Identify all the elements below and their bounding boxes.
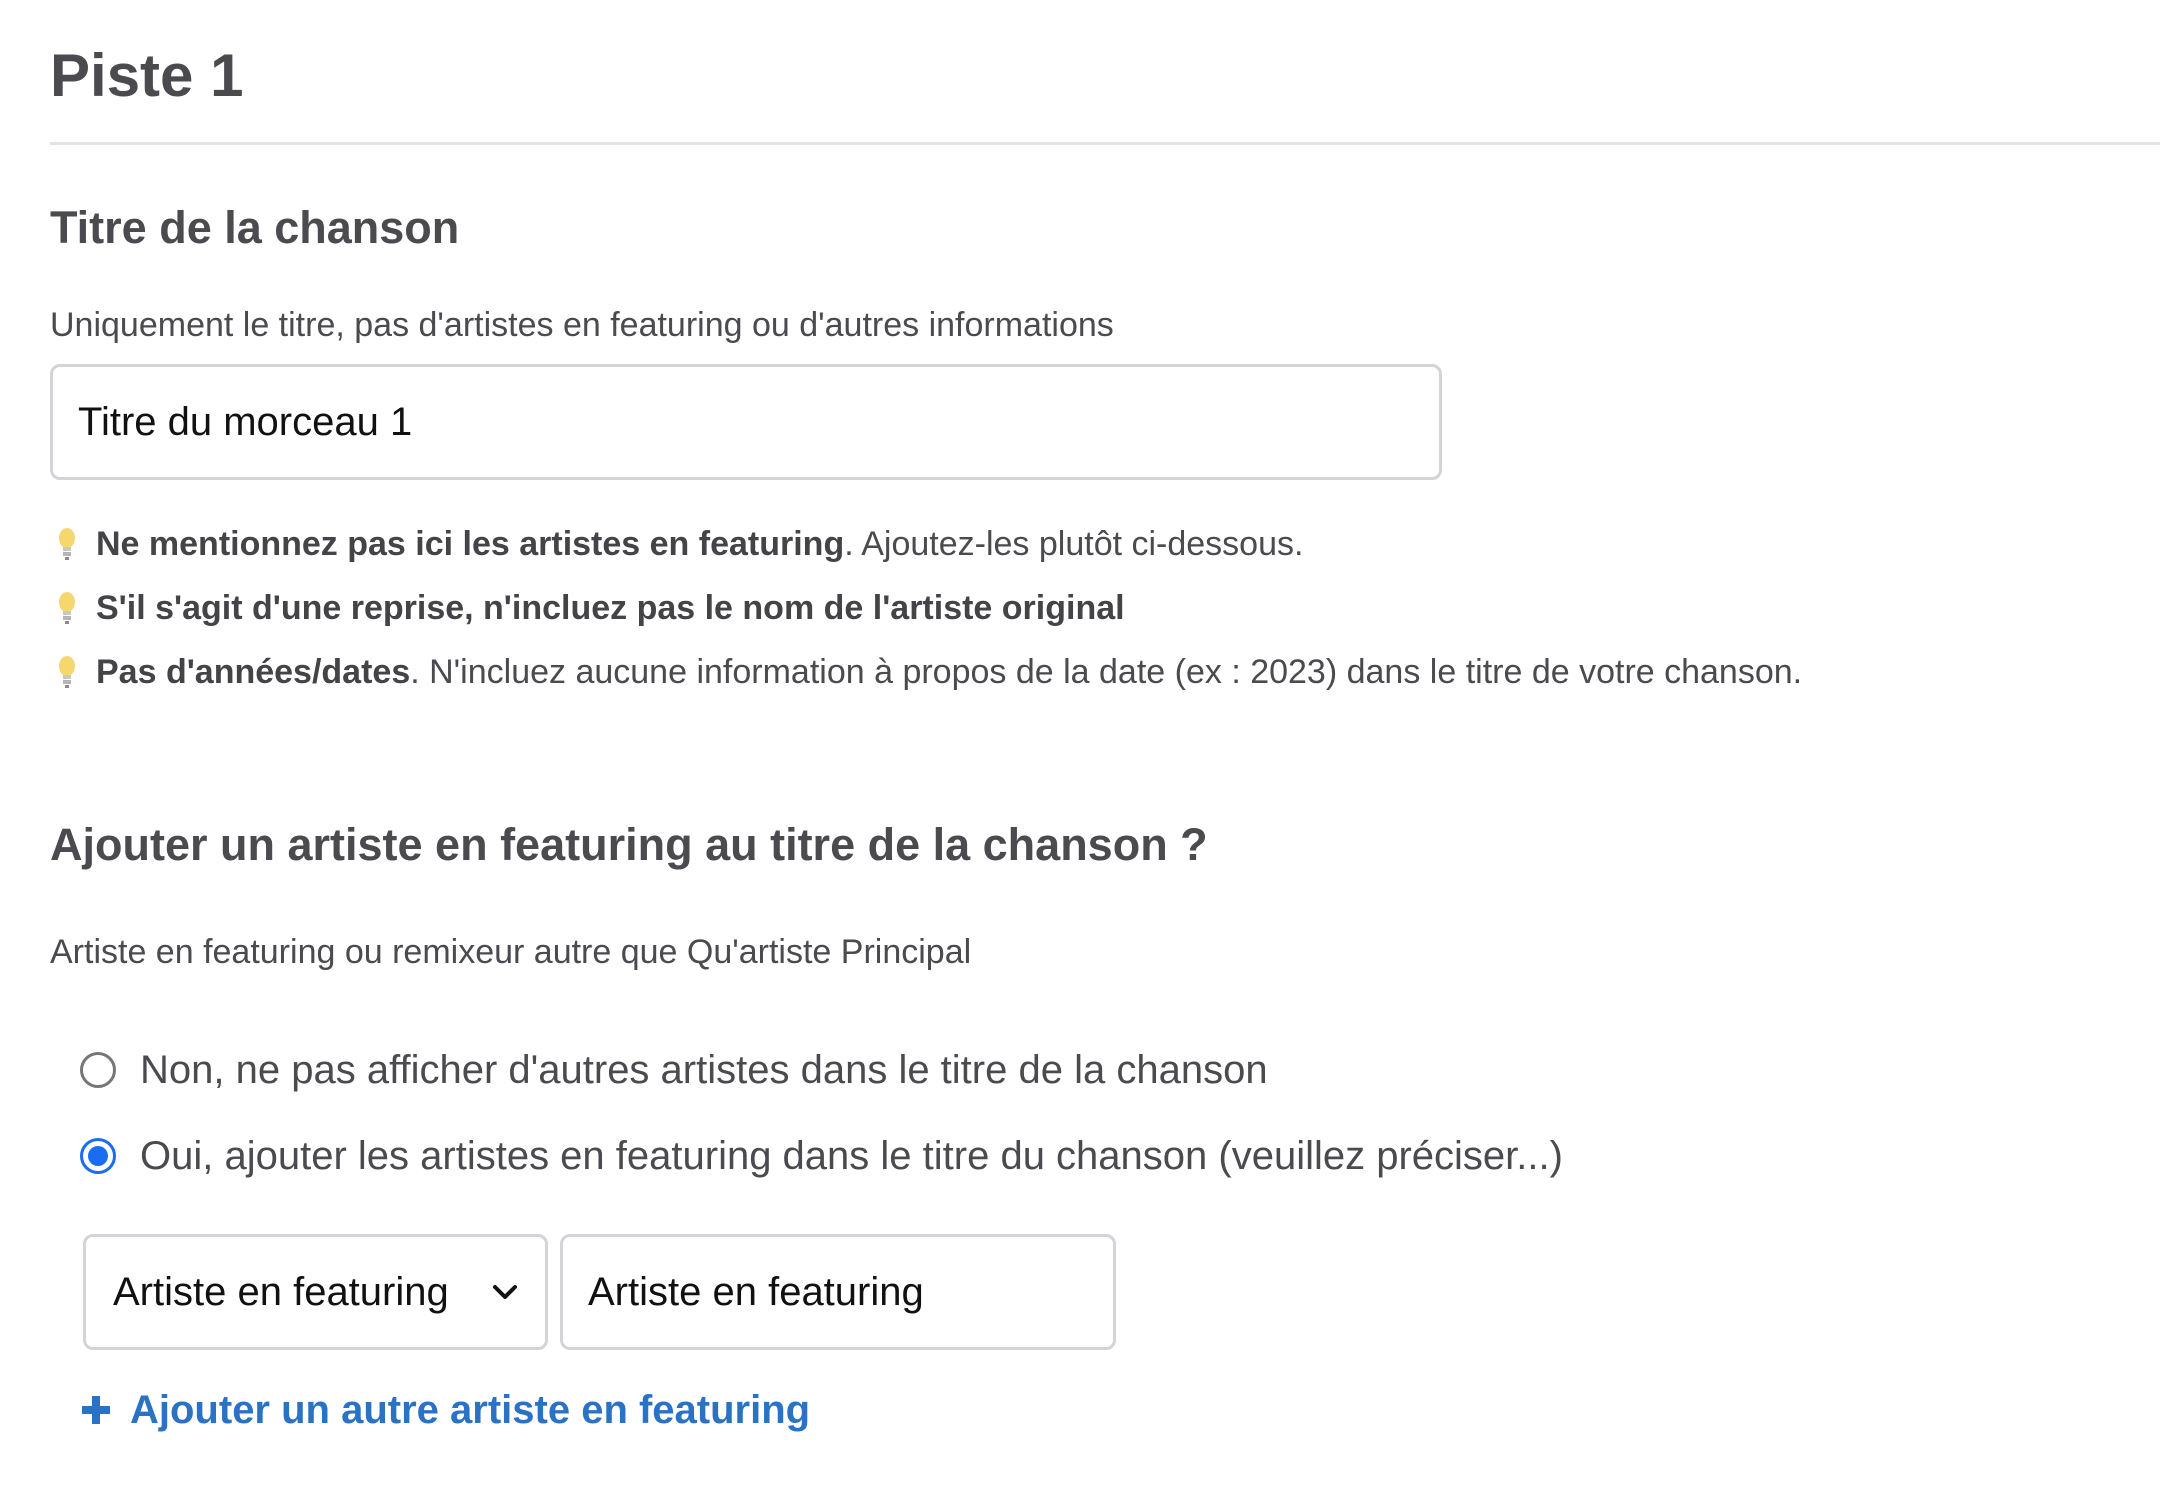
tip-item: Ne mentionnez pas ici les artistes en fe… bbox=[50, 512, 1802, 576]
song-title-heading: Titre de la chanson bbox=[50, 202, 460, 253]
radio-option-label: Non, ne pas afficher d'autres artistes d… bbox=[140, 1047, 1268, 1092]
add-featuring-artist-link[interactable]: Ajouter un autre artiste en featuring bbox=[80, 1380, 810, 1440]
radio-button-unchecked[interactable] bbox=[80, 1052, 116, 1088]
tip-strong-text: Pas d'années/dates bbox=[96, 652, 411, 691]
featuring-artist-input[interactable] bbox=[560, 1234, 1116, 1350]
chevron-down-icon bbox=[493, 1285, 517, 1299]
song-title-help-text: Uniquement le titre, pas d'artistes en f… bbox=[50, 306, 1114, 344]
featuring-heading: Ajouter un artiste en featuring au titre… bbox=[50, 819, 1208, 870]
tip-rest-text: . Ajoutez-les plutôt ci-dessous. bbox=[844, 524, 1304, 563]
tip-item: S'il s'agit d'une reprise, n'incluez pas… bbox=[50, 576, 1802, 640]
title-divider bbox=[50, 142, 2160, 145]
lightbulb-icon bbox=[59, 528, 75, 560]
artist-role-select[interactable]: Artiste en featuring bbox=[83, 1234, 548, 1350]
song-title-tips: Ne mentionnez pas ici les artistes en fe… bbox=[50, 512, 1802, 704]
tip-strong-text: S'il s'agit d'une reprise, n'incluez pas… bbox=[96, 588, 1125, 627]
song-title-input[interactable] bbox=[50, 364, 1442, 480]
tip-rest-text: . N'incluez aucune information à propos … bbox=[410, 652, 1803, 691]
artist-role-selected-value: Artiste en featuring bbox=[113, 1269, 449, 1314]
radio-option-no-featuring[interactable]: Non, ne pas afficher d'autres artistes d… bbox=[80, 1040, 1268, 1100]
lightbulb-icon bbox=[59, 656, 75, 688]
radio-option-label: Oui, ajouter les artistes en featuring d… bbox=[140, 1133, 1563, 1178]
page-title: Piste 1 bbox=[50, 42, 244, 109]
tip-strong-text: Ne mentionnez pas ici les artistes en fe… bbox=[96, 524, 845, 563]
plus-icon bbox=[82, 1396, 110, 1424]
radio-button-checked[interactable] bbox=[80, 1138, 116, 1174]
featuring-help-text: Artiste en featuring ou remixeur autre q… bbox=[50, 933, 972, 971]
tip-item: Pas d'années/dates. N'incluez aucune inf… bbox=[50, 640, 1802, 704]
radio-option-add-featuring[interactable]: Oui, ajouter les artistes en featuring d… bbox=[80, 1126, 1563, 1186]
lightbulb-icon bbox=[59, 592, 75, 624]
add-featuring-artist-label: Ajouter un autre artiste en featuring bbox=[130, 1387, 811, 1432]
